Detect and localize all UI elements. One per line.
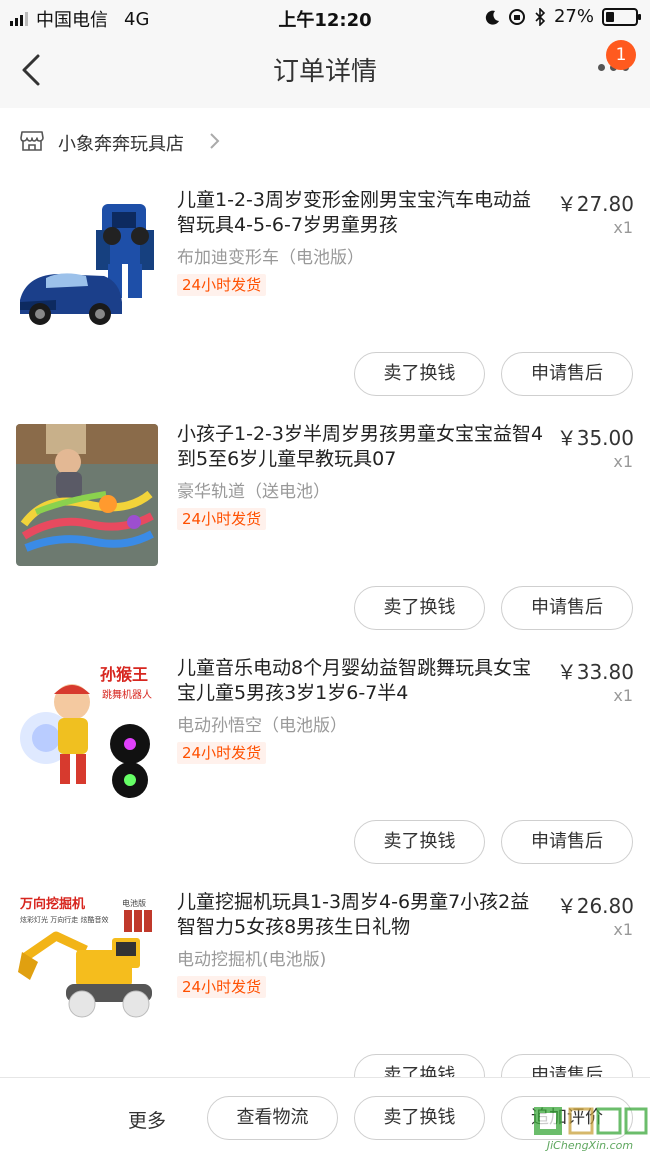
battery-percent: 27% bbox=[553, 6, 594, 27]
order-item[interactable]: 小孩子1-2-3岁半周岁男孩男童女宝宝益智4到5至6岁儿童早教玩具07 ￥35.… bbox=[0, 416, 650, 650]
product-title[interactable]: 儿童1-2-3周岁变形金刚男宝宝汽车电动益智玩具4-5-6-7岁男童男孩 bbox=[177, 188, 547, 238]
product-sku: 豪华轨道（送电池） bbox=[177, 482, 330, 502]
more-menu-button[interactable]: 1 bbox=[598, 40, 636, 80]
notification-badge: 1 bbox=[606, 40, 636, 70]
shipping-tag: 24小时发货 bbox=[177, 274, 267, 296]
product-price: ￥35.00 bbox=[556, 426, 634, 450]
moon-icon bbox=[485, 10, 499, 25]
product-image-monkey-robot[interactable]: 孙猴王 跳舞机器人 bbox=[16, 658, 158, 800]
sell-button[interactable]: 卖了换钱 bbox=[354, 352, 485, 396]
page-title: 订单详情 bbox=[272, 57, 377, 87]
image-battery-text: 电池版 bbox=[122, 898, 146, 908]
product-sku: 电动孙悟空（电池版） bbox=[177, 716, 347, 736]
after-sales-button[interactable]: 申请售后 bbox=[501, 586, 633, 630]
sell-button[interactable]: 卖了换钱 bbox=[354, 586, 485, 630]
more-actions-link[interactable]: 更多 bbox=[128, 1106, 166, 1133]
product-sku: 电动挖掘机(电池版) bbox=[177, 950, 327, 970]
product-image-transformer-car[interactable] bbox=[16, 190, 158, 332]
shipping-tag: 24小时发货 bbox=[177, 976, 267, 998]
after-sales-button[interactable]: 申请售后 bbox=[501, 820, 633, 864]
shop-icon bbox=[20, 131, 44, 151]
product-price: ￥27.80 bbox=[556, 192, 634, 216]
shop-header[interactable]: 小象奔奔玩具店 bbox=[0, 108, 650, 172]
image-sub-text: 炫彩灯光 万向行走 炫酷音效 bbox=[20, 915, 108, 924]
battery-icon bbox=[602, 7, 641, 26]
product-quantity: x1 bbox=[613, 920, 633, 939]
shop-name[interactable]: 小象奔奔玩具店 bbox=[58, 130, 184, 156]
product-image-track-toy[interactable] bbox=[16, 424, 158, 566]
sell-button[interactable]: 卖了换钱 bbox=[354, 1096, 485, 1140]
view-logistics-button[interactable]: 查看物流 bbox=[207, 1096, 338, 1140]
product-quantity: x1 bbox=[613, 218, 633, 237]
product-quantity: x1 bbox=[613, 686, 633, 705]
order-item[interactable]: 孙猴王 跳舞机器人 儿童音乐电动8个月婴幼益智跳舞玩具女宝宝儿童5男孩3岁1岁6… bbox=[0, 650, 650, 884]
product-price: ￥26.80 bbox=[556, 894, 634, 918]
bluetooth-icon bbox=[535, 7, 546, 26]
shipping-tag: 24小时发货 bbox=[177, 742, 267, 764]
rotation-lock-icon bbox=[508, 8, 525, 25]
watermark-text: JiChengXin.com bbox=[546, 1139, 634, 1152]
after-sales-button[interactable]: 申请售后 bbox=[501, 352, 633, 396]
image-brand-text: 孙猴王 bbox=[100, 665, 148, 684]
sell-button[interactable]: 卖了换钱 bbox=[354, 820, 485, 864]
product-image-excavator[interactable]: 万向挖掘机 炫彩灯光 万向行走 炫酷音效 电池版 bbox=[16, 892, 158, 1034]
image-sub-text: 跳舞机器人 bbox=[102, 688, 152, 701]
nav-bar: 订单详情 1 bbox=[0, 34, 650, 108]
product-sku: 布加迪变形车（电池版） bbox=[177, 248, 364, 268]
product-quantity: x1 bbox=[613, 452, 633, 471]
product-title[interactable]: 儿童音乐电动8个月婴幼益智跳舞玩具女宝宝儿童5男孩3岁1岁6-7半4 bbox=[177, 656, 547, 706]
image-brand-text: 万向挖掘机 bbox=[19, 896, 85, 912]
shipping-tag: 24小时发货 bbox=[177, 508, 267, 530]
product-price: ￥33.80 bbox=[556, 660, 634, 684]
watermark-logo: JiChengXin.com bbox=[530, 1103, 650, 1153]
order-item[interactable]: 儿童1-2-3周岁变形金刚男宝宝汽车电动益智玩具4-5-6-7岁男童男孩 ￥27… bbox=[0, 182, 650, 416]
status-right: 27% bbox=[484, 6, 641, 27]
chevron-right-icon bbox=[210, 133, 220, 149]
product-title[interactable]: 儿童挖掘机玩具1-3周岁4-6男童7小孩2益智智力5女孩8男孩生日礼物 bbox=[177, 890, 547, 940]
product-title[interactable]: 小孩子1-2-3岁半周岁男孩男童女宝宝益智4到5至6岁儿童早教玩具07 bbox=[177, 422, 547, 472]
status-bar: 中国电信 4G 上午12:20 27% bbox=[0, 0, 650, 34]
